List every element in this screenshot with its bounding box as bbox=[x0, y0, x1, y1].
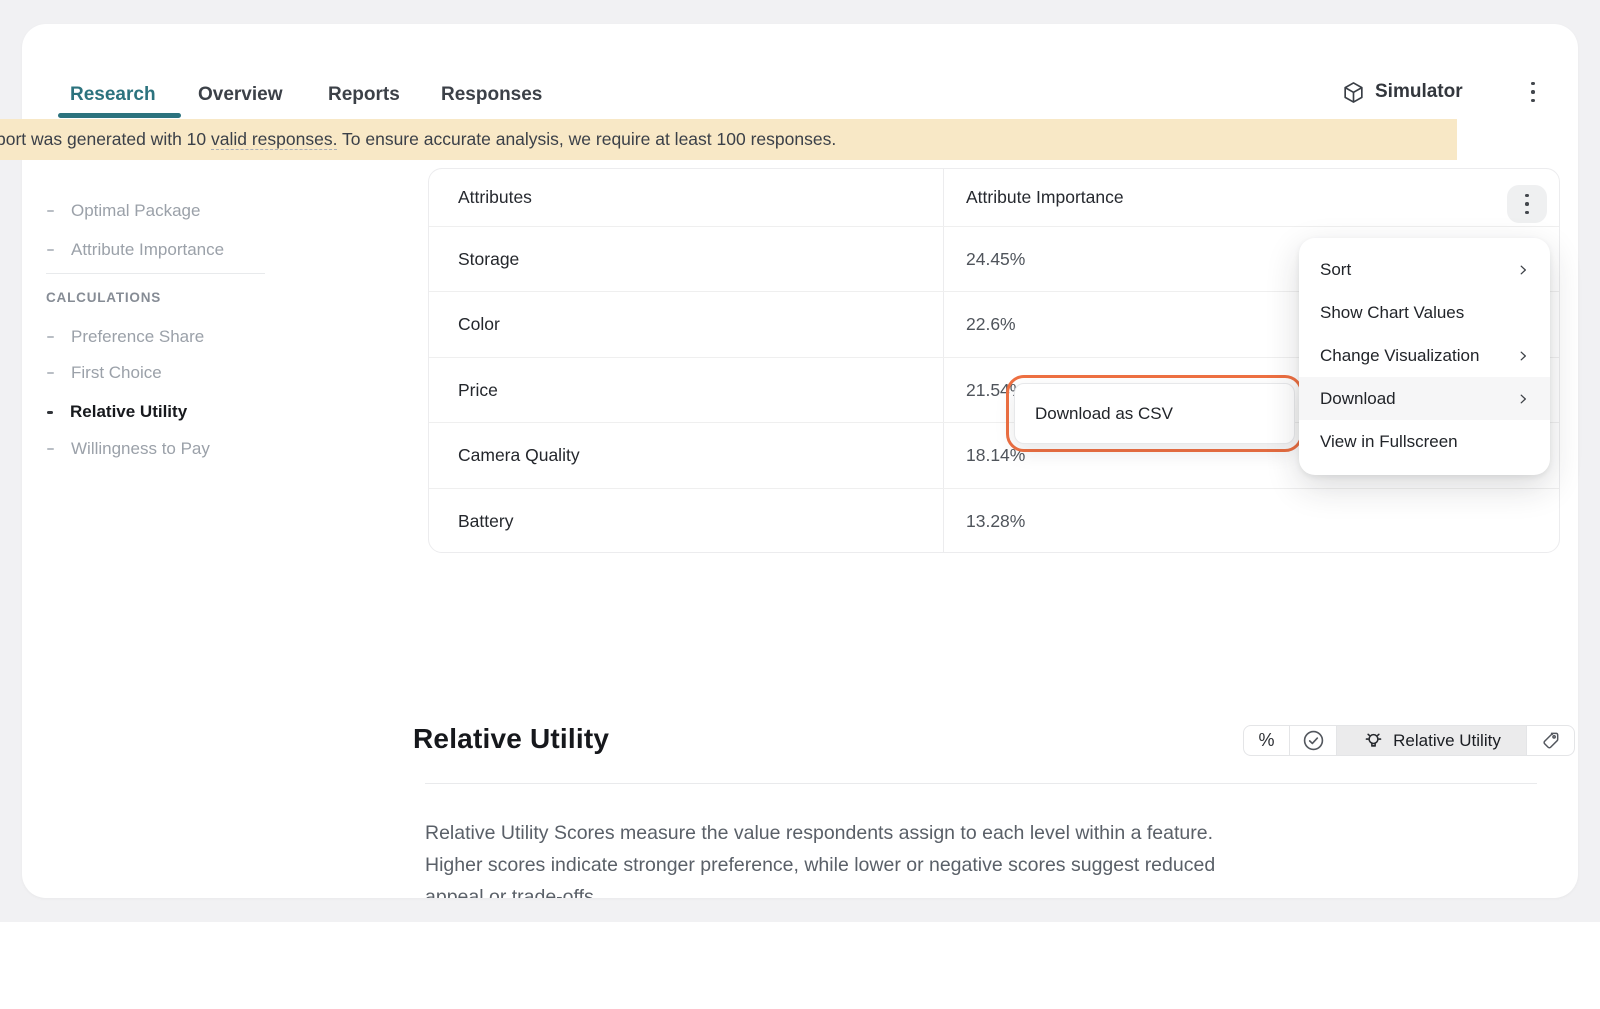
menu-item-label: Download bbox=[1320, 389, 1516, 409]
sidebar-bullet bbox=[47, 372, 54, 374]
attribute-value: 24.45% bbox=[943, 249, 1025, 270]
sidebar-section-label: CALCULATIONS bbox=[46, 290, 161, 305]
valid-responses-link[interactable]: valid responses. bbox=[211, 129, 337, 150]
tag-button[interactable] bbox=[1527, 726, 1573, 755]
section-divider bbox=[425, 783, 1537, 784]
check-circle-icon bbox=[1302, 729, 1325, 752]
page: Research Overview Reports Responses Simu… bbox=[0, 0, 1600, 1009]
percent-toggle-button[interactable]: % bbox=[1244, 726, 1290, 755]
tab-overview[interactable]: Overview bbox=[198, 82, 283, 108]
sidebar-item-optimal-package[interactable]: Optimal Package bbox=[47, 199, 200, 223]
menu-item-label: View in Fullscreen bbox=[1320, 432, 1530, 452]
active-tab-underline bbox=[58, 113, 181, 118]
description-line: Higher scores indicate stronger preferen… bbox=[425, 849, 1215, 881]
sidebar-bullet bbox=[47, 210, 54, 212]
cube-icon bbox=[1341, 80, 1366, 105]
warning-banner-text: port was generated with 10 valid respons… bbox=[0, 119, 836, 160]
menu-item-label: Show Chart Values bbox=[1320, 303, 1530, 323]
description-line: Relative Utility Scores measure the valu… bbox=[425, 817, 1215, 849]
chevron-right-icon bbox=[1516, 392, 1530, 406]
attribute-name: Battery bbox=[429, 511, 943, 532]
sidebar-item-label: Optimal Package bbox=[71, 201, 200, 221]
menu-item-sort[interactable]: Sort bbox=[1299, 248, 1550, 291]
attribute-value: 13.28% bbox=[943, 511, 1025, 532]
lightbulb-icon bbox=[1362, 729, 1385, 752]
sidebar-item-label: Relative Utility bbox=[70, 402, 187, 422]
simulator-button[interactable]: Simulator bbox=[1341, 76, 1463, 108]
menu-item-show-chart-values[interactable]: Show Chart Values bbox=[1299, 291, 1550, 334]
sidebar-item-label: Preference Share bbox=[71, 327, 204, 347]
column-header-attributes: Attributes bbox=[429, 187, 943, 208]
tag-icon bbox=[1540, 730, 1561, 751]
table-context-menu: Sort Show Chart Values Change Visualizat… bbox=[1299, 238, 1550, 475]
sidebar-bullet bbox=[47, 336, 54, 338]
attribute-name: Camera Quality bbox=[429, 445, 943, 466]
tab-responses[interactable]: Responses bbox=[441, 82, 542, 108]
percent-icon: % bbox=[1258, 730, 1274, 751]
attribute-name: Color bbox=[429, 314, 943, 335]
section-title: Relative Utility bbox=[413, 722, 609, 756]
tab-reports[interactable]: Reports bbox=[328, 82, 400, 108]
column-header-importance: Attribute Importance bbox=[943, 187, 1124, 208]
attribute-name: Storage bbox=[429, 249, 943, 270]
menu-item-change-visualization[interactable]: Change Visualization bbox=[1299, 334, 1550, 377]
section-description: Relative Utility Scores measure the valu… bbox=[425, 817, 1215, 898]
sidebar-item-relative-utility[interactable]: Relative Utility bbox=[47, 400, 187, 424]
simulator-label: Simulator bbox=[1375, 81, 1463, 103]
pill-label: Relative Utility bbox=[1393, 731, 1501, 751]
sidebar-bullet bbox=[47, 448, 54, 450]
kebab-icon bbox=[1531, 82, 1535, 103]
description-line: appeal or trade-offs. bbox=[425, 881, 1215, 898]
menu-item-label: Change Visualization bbox=[1320, 346, 1516, 366]
sidebar-bullet bbox=[47, 411, 53, 414]
table-options-button[interactable] bbox=[1507, 185, 1547, 223]
check-toggle-button[interactable] bbox=[1290, 726, 1337, 755]
menu-item-download[interactable]: Download bbox=[1299, 377, 1550, 420]
menu-item-label: Sort bbox=[1320, 260, 1516, 280]
banner-text-prefix: port was generated with 10 bbox=[0, 129, 211, 149]
sidebar-item-label: Willingness to Pay bbox=[71, 439, 210, 459]
table-header-row: Attributes Attribute Importance bbox=[429, 169, 1559, 227]
chevron-right-icon bbox=[1516, 349, 1530, 363]
sidebar-item-willingness-to-pay[interactable]: Willingness to Pay bbox=[47, 437, 210, 461]
submenu-label: Download as CSV bbox=[1035, 404, 1173, 424]
warning-banner: port was generated with 10 valid respons… bbox=[0, 119, 1457, 160]
download-submenu-item-csv[interactable]: Download as CSV bbox=[1014, 383, 1295, 444]
sidebar-item-first-choice[interactable]: First Choice bbox=[47, 361, 162, 385]
sidebar-item-preference-share[interactable]: Preference Share bbox=[47, 325, 204, 349]
table-row: Battery 13.28% bbox=[429, 489, 1559, 553]
chevron-right-icon bbox=[1516, 263, 1530, 277]
sidebar-item-label: First Choice bbox=[71, 363, 162, 383]
section-toolbar: % Rela bbox=[1243, 725, 1575, 756]
banner-text-suffix: To ensure accurate analysis, we require … bbox=[337, 129, 836, 149]
sidebar-item-attribute-importance[interactable]: Attribute Importance bbox=[47, 238, 224, 262]
sidebar-divider bbox=[46, 273, 265, 274]
header-kebab-menu-icon[interactable] bbox=[1517, 76, 1549, 108]
tab-research[interactable]: Research bbox=[70, 82, 156, 108]
bottom-band bbox=[0, 922, 1600, 1009]
menu-item-view-in-fullscreen[interactable]: View in Fullscreen bbox=[1299, 420, 1550, 463]
sidebar-item-label: Attribute Importance bbox=[71, 240, 224, 260]
attribute-value: 22.6% bbox=[943, 314, 1016, 335]
attribute-name: Price bbox=[429, 380, 943, 401]
relative-utility-pill-button[interactable]: Relative Utility bbox=[1337, 726, 1527, 755]
kebab-icon bbox=[1525, 194, 1529, 215]
sidebar-bullet bbox=[47, 249, 54, 251]
